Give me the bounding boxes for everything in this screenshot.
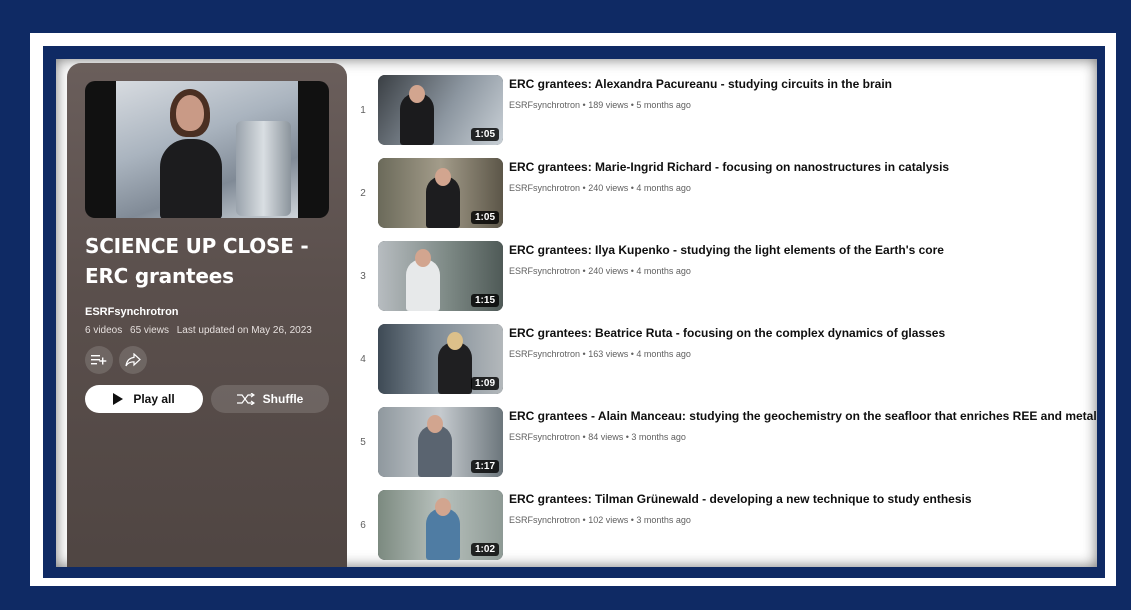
playlist-video-row[interactable]: 2 1:05 ERC grantees: Marie-Ingrid Richar… xyxy=(356,158,1091,230)
playlist-video-row[interactable]: 4 1:09 ERC grantees: Beatrice Ruta - foc… xyxy=(356,324,1091,396)
shuffle-button[interactable]: Shuffle xyxy=(211,385,329,413)
video-age: 3 months ago xyxy=(631,432,686,442)
video-duration: 1:05 xyxy=(470,128,499,141)
video-index: 4 xyxy=(360,354,366,365)
save-to-queue-button[interactable] xyxy=(85,346,113,374)
video-views: 102 views xyxy=(588,515,629,525)
video-views: 240 views xyxy=(588,183,629,193)
video-views: 240 views xyxy=(588,266,629,276)
video-age: 4 months ago xyxy=(636,266,691,276)
video-duration: 1:05 xyxy=(470,211,499,224)
share-button[interactable] xyxy=(119,346,147,374)
video-index: 1 xyxy=(360,105,366,116)
shuffle-label: Shuffle xyxy=(262,392,304,406)
video-meta: ESRFsynchrotron • 102 views • 3 months a… xyxy=(509,515,691,525)
video-title[interactable]: ERC grantees - Alain Manceau: studying t… xyxy=(509,409,1097,423)
cover-image xyxy=(116,81,298,218)
add-to-queue-icon xyxy=(91,355,107,365)
video-channel[interactable]: ESRFsynchrotron xyxy=(509,183,580,193)
video-views: 163 views xyxy=(588,349,629,359)
playlist-video-row[interactable]: 6 1:02 ERC grantees: Tilman Grünewald - … xyxy=(356,490,1091,562)
playlist-video-row[interactable]: 5 1:17 ERC grantees - Alain Manceau: stu… xyxy=(356,407,1097,479)
playlist-video-row[interactable]: 1 1:05 ERC grantees: Alexandra Pacureanu… xyxy=(356,75,1091,147)
video-thumbnail[interactable]: 1:02 xyxy=(378,490,503,560)
playlist-video-row[interactable]: 3 1:15 ERC grantees: Ilya Kupenko - stud… xyxy=(356,241,1091,313)
video-channel[interactable]: ESRFsynchrotron xyxy=(509,349,580,359)
video-channel[interactable]: ESRFsynchrotron xyxy=(509,266,580,276)
video-channel[interactable]: ESRFsynchrotron xyxy=(509,432,580,442)
video-age: 4 months ago xyxy=(636,183,691,193)
video-age: 3 months ago xyxy=(636,515,691,525)
playlist-page: SCIENCE UP CLOSE - ERC grantees ESRFsync… xyxy=(56,59,1097,567)
last-updated: Last updated on May 26, 2023 xyxy=(176,325,312,336)
video-thumbnail[interactable]: 1:09 xyxy=(378,324,503,394)
play-all-label: Play all xyxy=(133,392,175,406)
video-meta: ESRFsynchrotron • 84 views • 3 months ag… xyxy=(509,432,686,442)
video-age: 5 months ago xyxy=(636,100,691,110)
video-index: 6 xyxy=(360,520,366,531)
playlist-views: 65 views xyxy=(130,325,169,336)
video-index: 3 xyxy=(360,271,366,282)
video-views: 84 views xyxy=(588,432,624,442)
video-duration: 1:15 xyxy=(470,294,499,307)
video-duration: 1:09 xyxy=(470,377,499,390)
video-index: 2 xyxy=(360,188,366,199)
video-thumbnail[interactable]: 1:17 xyxy=(378,407,503,477)
video-duration: 1:02 xyxy=(470,543,499,556)
video-thumbnail[interactable]: 1:05 xyxy=(378,158,503,228)
video-meta: ESRFsynchrotron • 163 views • 4 months a… xyxy=(509,349,691,359)
video-count: 6 videos xyxy=(85,325,123,336)
play-icon xyxy=(113,393,124,405)
video-age: 4 months ago xyxy=(636,349,691,359)
video-views: 189 views xyxy=(588,100,629,110)
playlist-header-panel: SCIENCE UP CLOSE - ERC grantees ESRFsync… xyxy=(67,63,347,567)
playlist-channel-link[interactable]: ESRFsynchrotron xyxy=(85,306,179,318)
video-meta: ESRFsynchrotron • 189 views • 5 months a… xyxy=(509,100,691,110)
video-meta: ESRFsynchrotron • 240 views • 4 months a… xyxy=(509,266,691,276)
video-title[interactable]: ERC grantees: Tilman Grünewald - develop… xyxy=(509,492,972,506)
video-title[interactable]: ERC grantees: Marie-Ingrid Richard - foc… xyxy=(509,160,949,174)
share-icon xyxy=(125,353,141,367)
playlist-title: SCIENCE UP CLOSE - ERC grantees xyxy=(85,234,309,288)
video-channel[interactable]: ESRFsynchrotron xyxy=(509,515,580,525)
video-thumbnail[interactable]: 1:15 xyxy=(378,241,503,311)
play-all-button[interactable]: Play all xyxy=(85,385,203,413)
playlist-meta: 6 videos 65 views Last updated on May 26… xyxy=(85,325,317,336)
video-title[interactable]: ERC grantees: Ilya Kupenko - studying th… xyxy=(509,243,944,257)
video-duration: 1:17 xyxy=(470,460,499,473)
video-index: 5 xyxy=(360,437,366,448)
video-thumbnail[interactable]: 1:05 xyxy=(378,75,503,145)
lab-equipment-shape xyxy=(236,121,291,216)
video-channel[interactable]: ESRFsynchrotron xyxy=(509,100,580,110)
video-meta: ESRFsynchrotron • 240 views • 4 months a… xyxy=(509,183,691,193)
shuffle-icon xyxy=(236,393,255,405)
video-title[interactable]: ERC grantees: Beatrice Ruta - focusing o… xyxy=(509,326,945,340)
video-title[interactable]: ERC grantees: Alexandra Pacureanu - stud… xyxy=(509,77,892,91)
playlist-cover-thumbnail[interactable] xyxy=(85,81,329,218)
presenter-figure xyxy=(156,89,226,218)
